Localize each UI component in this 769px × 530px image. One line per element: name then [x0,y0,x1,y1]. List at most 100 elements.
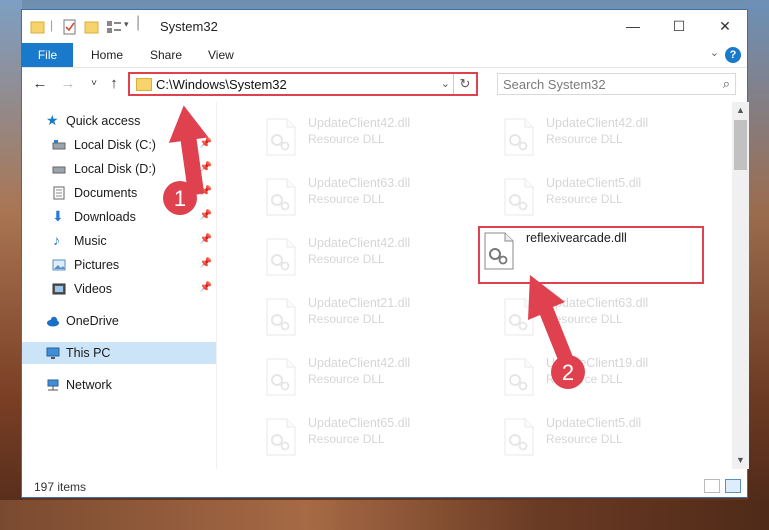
sidebar-item-network[interactable]: Network [22,374,216,396]
sidebar-item-pictures[interactable]: Pictures 📌 [22,254,216,276]
file-type: Resource DLL [546,132,623,146]
folder-icon [30,21,45,34]
file-item[interactable]: UpdateClient5.dll Resource DLL [476,410,696,462]
file-item[interactable]: UpdateClient63.dll Resource DLL [238,170,458,222]
file-item[interactable]: UpdateClient42.dll Resource DLL [476,110,696,162]
forward-button[interactable]: → [58,74,78,94]
sidebar-item-this-pc[interactable]: This PC [22,342,216,364]
desktop-background-bottom [0,500,769,530]
view-layout-icon[interactable] [106,19,122,35]
sidebar-item-documents[interactable]: Documents 📌 [22,182,216,204]
navigation-bar: ← → ˅ ↑ C:\Windows\System32 ⌄ ↻ Search S… [22,68,747,101]
file-item[interactable]: UpdateClient5.dll Resource DLL [476,170,696,222]
file-item[interactable]: UpdateClient19.dll Resource DLL [476,350,696,402]
file-item[interactable]: UpdateClient65.dll Resource DLL [238,410,458,462]
ribbon-tabs: File Home Share View ⌄ ? [22,43,747,68]
pin-icon: 📌 [199,282,212,293]
sidebar-item-label: Local Disk (C:) [74,138,156,152]
address-dropdown-icon[interactable]: ⌄ [441,77,450,90]
sidebar-item-onedrive[interactable]: OneDrive [22,310,216,332]
desktop-background-right [748,0,769,530]
separator: | [136,14,141,31]
computer-icon [46,347,60,359]
dll-file-icon [266,418,296,456]
scrollbar-thumb[interactable] [734,120,747,170]
maximize-button[interactable]: ☐ [656,10,702,43]
sidebar-item-videos[interactable]: Videos 📌 [22,278,216,300]
cloud-icon [47,316,59,327]
search-placeholder: Search System32 [503,77,606,92]
file-type: Resource DLL [546,312,623,326]
expand-ribbon-icon[interactable]: ⌄ [710,46,719,59]
file-type: Resource DLL [308,252,385,266]
refresh-icon[interactable]: ↻ [453,74,476,94]
close-button[interactable]: ✕ [702,10,748,43]
recent-locations-button[interactable]: ˅ [84,74,104,94]
dll-file-icon [504,118,534,156]
new-folder-icon[interactable] [84,19,100,35]
sidebar-item-label: Quick access [66,114,141,128]
scroll-up-icon[interactable]: ▲ [732,102,749,119]
tab-home[interactable]: Home [91,43,123,67]
documents-icon [53,186,65,200]
file-name: UpdateClient5.dll [546,416,642,430]
desktop-background-left [0,0,22,530]
sidebar-item-label: Videos [74,282,112,296]
sidebar-item-local-disk-d[interactable]: Local Disk (D:) 📌 [22,158,216,180]
videos-icon [52,283,66,295]
separator: | [50,18,54,32]
file-name: reflexivearcade.dll [526,231,627,245]
drive-icon [52,140,66,150]
tab-view[interactable]: View [208,43,234,67]
file-item-selected[interactable]: reflexivearcade.dll [478,226,704,284]
file-name: UpdateClient42.dll [308,236,411,250]
tab-file[interactable]: File [22,43,73,67]
file-item[interactable]: UpdateClient42.dll Resource DLL [238,230,458,282]
dll-file-icon [266,358,296,396]
file-name: UpdateClient21.dll [308,296,411,310]
large-icons-view-button[interactable] [725,479,741,493]
sidebar-item-music[interactable]: ♪ Music 📌 [22,230,216,252]
dll-file-icon [504,178,534,216]
music-icon: ♪ [53,232,60,248]
sidebar-item-label: Music [74,234,107,248]
help-button[interactable]: ? [725,47,741,63]
item-count: 197 items [34,480,87,494]
tab-share[interactable]: Share [150,43,182,67]
file-item[interactable]: UpdateClient42.dll Resource DLL [238,110,458,162]
up-button[interactable]: ↑ [104,74,124,94]
file-list: UpdateClient42.dll Resource DLL UpdateClie… [218,102,732,469]
minimize-button[interactable]: — [610,10,656,43]
pin-icon: 📌 [199,210,212,221]
pane-divider[interactable] [216,102,217,469]
customize-quick-access-icon[interactable]: ▾ [124,19,129,30]
scroll-down-icon[interactable]: ▼ [732,452,749,469]
pin-icon: 📌 [199,258,212,269]
file-item[interactable]: UpdateClient42.dll Resource DLL [238,350,458,402]
file-item[interactable]: UpdateClient63.dll Resource DLL [476,290,696,342]
sidebar-item-label: OneDrive [66,314,119,328]
pin-icon: 📌 [199,138,212,149]
vertical-scrollbar[interactable]: ▲ ▼ [732,102,749,469]
dll-file-icon [484,232,514,270]
file-item[interactable]: UpdateClient21.dll Resource DLL [238,290,458,342]
sidebar-item-label: Downloads [74,210,136,224]
dll-file-icon [266,298,296,336]
search-input[interactable]: Search System32 ⌕ [497,73,736,95]
back-button[interactable]: ← [30,74,50,94]
sidebar-item-label: This PC [66,346,111,360]
details-view-button[interactable] [704,479,720,493]
dll-file-icon [266,238,296,276]
sidebar-item-local-disk-c[interactable]: Local Disk (C:) 📌 [22,134,216,156]
properties-icon[interactable] [62,19,78,35]
sidebar-item-quick-access[interactable]: ★ Quick access [22,110,216,132]
dll-file-icon [504,298,534,336]
sidebar-item-label: Network [66,378,112,392]
file-name: UpdateClient5.dll [546,176,642,190]
address-bar[interactable]: C:\Windows\System32 ⌄ ↻ [128,72,478,96]
file-type: Resource DLL [308,312,385,326]
address-path[interactable]: C:\Windows\System32 [156,77,287,92]
search-icon: ⌕ [722,76,730,91]
sidebar-item-downloads[interactable]: ⬇ Downloads 📌 [22,206,216,228]
file-type: Resource DLL [308,372,385,386]
